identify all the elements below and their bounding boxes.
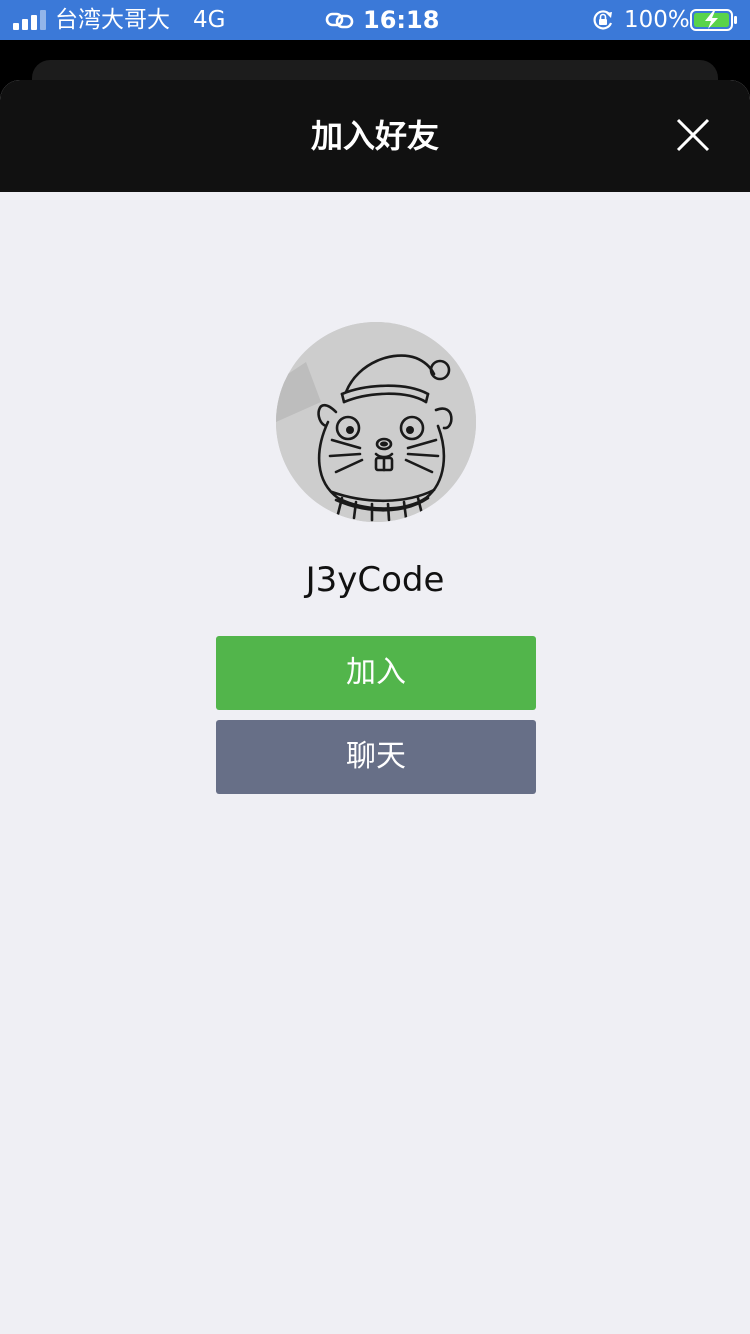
add-friend-sheet: 加入好友 J3yCode 加入 聊天 [0, 80, 750, 1334]
close-icon[interactable] [668, 110, 718, 160]
battery-charging-icon [690, 9, 737, 31]
hamster-avatar-icon [276, 322, 476, 522]
link-icon [325, 12, 354, 29]
battery-percentage: 100% [624, 7, 690, 33]
sheet-header: 加入好友 [0, 80, 750, 192]
rotation-lock-icon [593, 10, 613, 30]
network-type: 4G [193, 7, 226, 33]
carrier-name: 台湾大哥大 [55, 7, 170, 33]
chat-button[interactable]: 聊天 [216, 720, 536, 794]
signal-strength-icon [13, 10, 46, 30]
page-title: 加入好友 [310, 117, 439, 155]
status-time: 16:18 [363, 6, 440, 34]
add-friend-button[interactable]: 加入 [216, 636, 536, 710]
status-bar: 台湾大哥大 4G 16:18 100% [0, 0, 750, 40]
profile-name: J3yCode [305, 560, 445, 600]
avatar[interactable] [276, 322, 476, 522]
